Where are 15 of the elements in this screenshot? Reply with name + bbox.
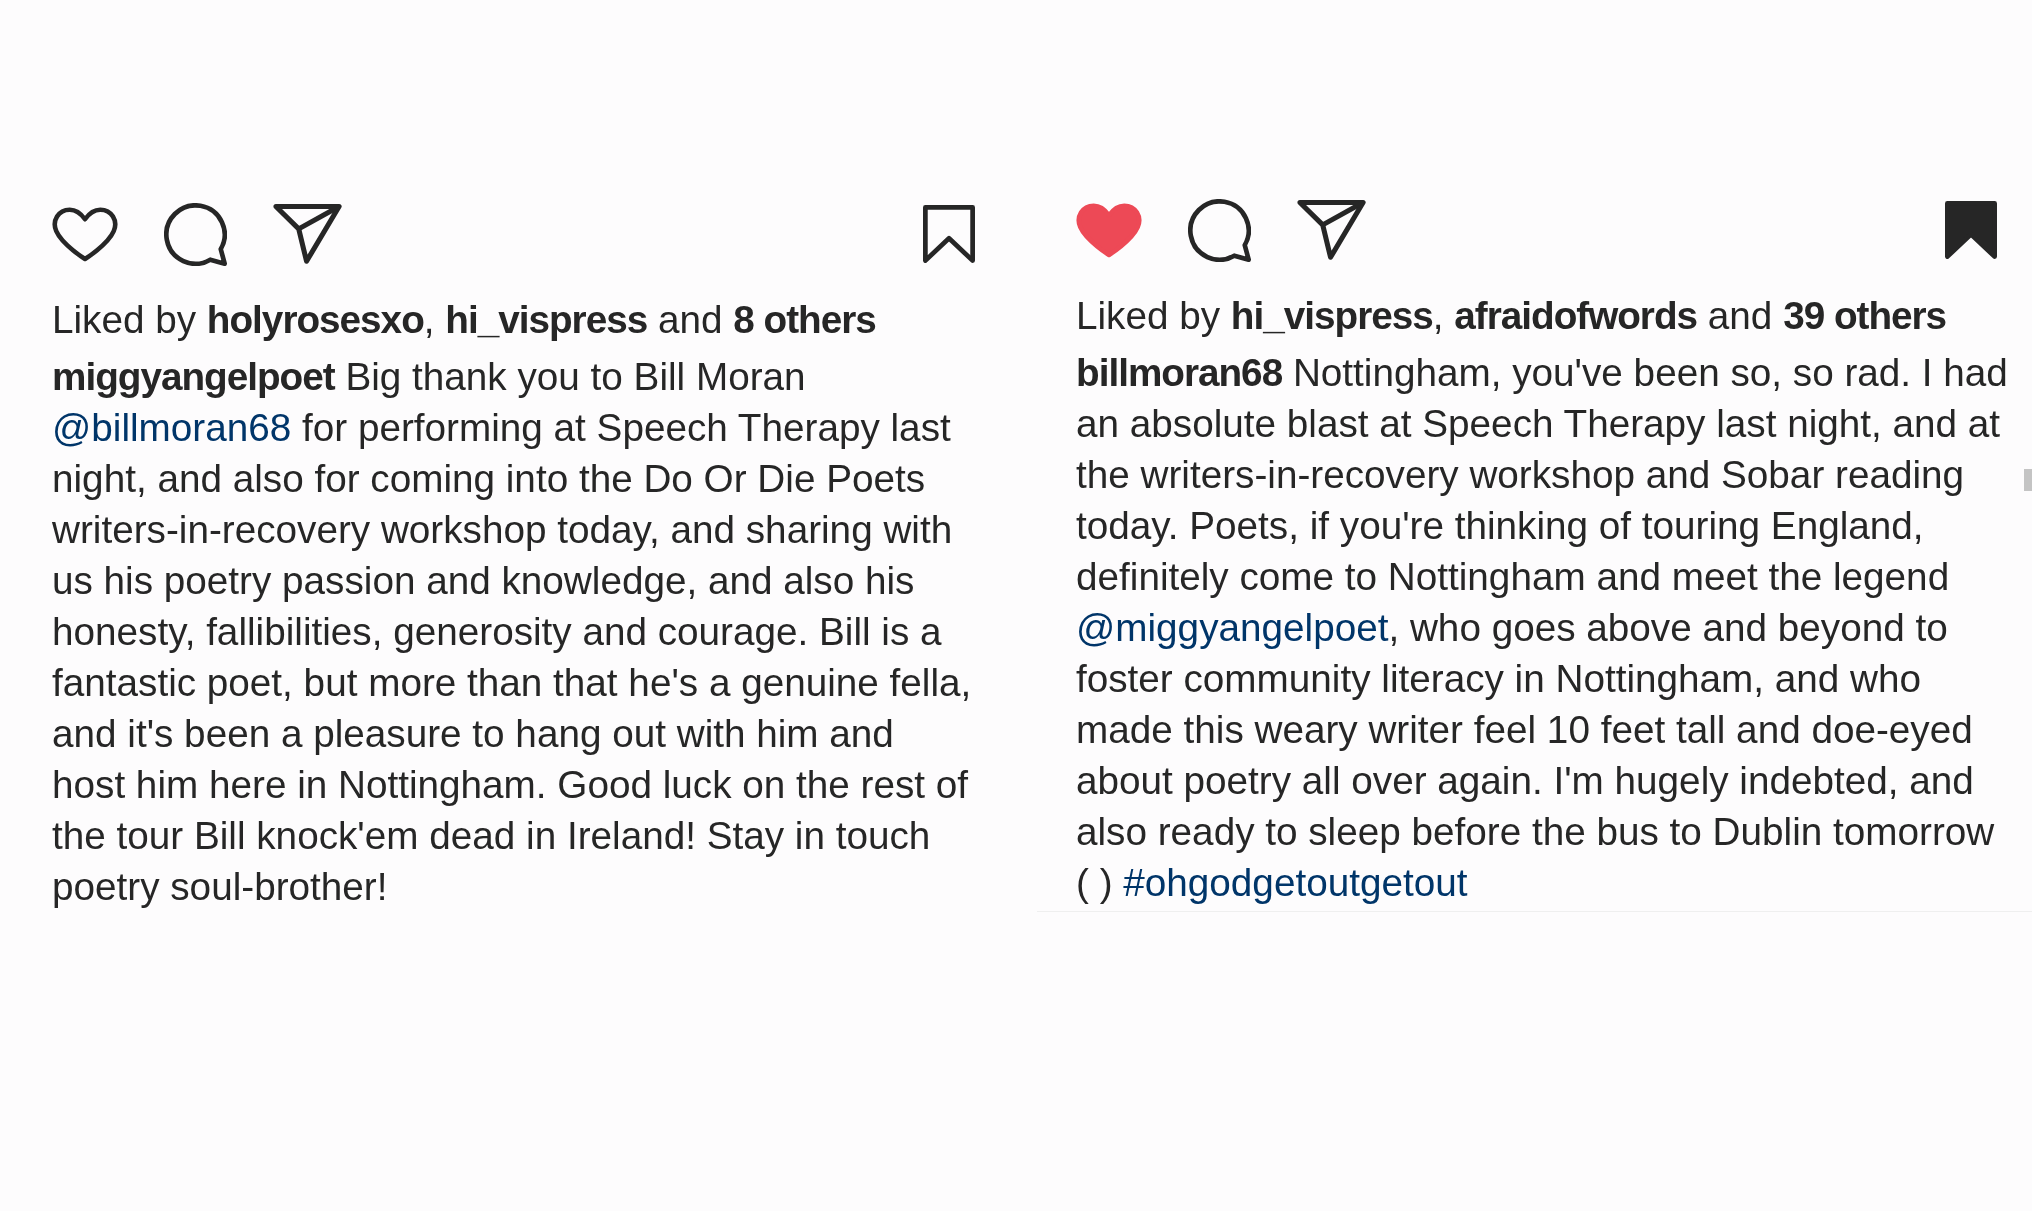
comment-icon[interactable] [164, 202, 227, 266]
paper-plane-icon[interactable] [1297, 200, 1366, 260]
bookmark-icon[interactable] [923, 205, 975, 263]
paper-plane-icon[interactable] [273, 204, 342, 264]
likes-text: Liked by hi_vispress, afraidofwords and 39 others [1076, 293, 1948, 339]
scrollbar-thumb[interactable] [2024, 469, 2032, 491]
bookmark-icon[interactable] [1945, 201, 1997, 259]
hashtag-link[interactable]: #ohgodgetoutgetout [1123, 861, 1468, 904]
comment-icon[interactable] [1188, 198, 1251, 262]
post-caption: miggyangelpoet Big thank you to Bill Moran @billmoran68 for performing at Speech Therapy last night, and also for coming into the Do Or Die Poets writers-in-recovery workshop today, and sharing with us his poetry passion and knowledge, and also his honesty, fallibilities, generosity and courage. Bill is a fantastic poet, but more than that he's a genuine fella, and it's been a pleasure to hang out with him and host him here in Nottingham. Good luck on the rest of the tour Bill knock'em dead in Ireland! Stay in touch poetry soul-brother! [52, 354, 973, 910]
mention-link[interactable]: @billmoran68 [52, 406, 292, 449]
post-caption: billmoran68 Nottingham, you've been so, so rad. I had an absolute blast at Speech Therapy last night, and at the writers-in-recovery workshop and Sobar reading today. Poets, if you're thinking of touring England, definitely come to Nottingham and meet the legend @miggyangelpoet, who goes above and beyond to foster community literacy in Nottingham, and who made this weary writer feel 10 feet tall and doe-eyed about poetry all over again. I'm hugely indebted, and also ready to sleep before the bus to Dublin tomorrow ( ) #ohgodgetoutgetout [1076, 350, 2009, 906]
mention-link[interactable]: @miggyangelpoet [1076, 606, 1389, 649]
likes-text: Liked by holyrosesxo, hi_vispress and 8 others [52, 297, 877, 343]
heart-icon[interactable] [52, 206, 118, 262]
